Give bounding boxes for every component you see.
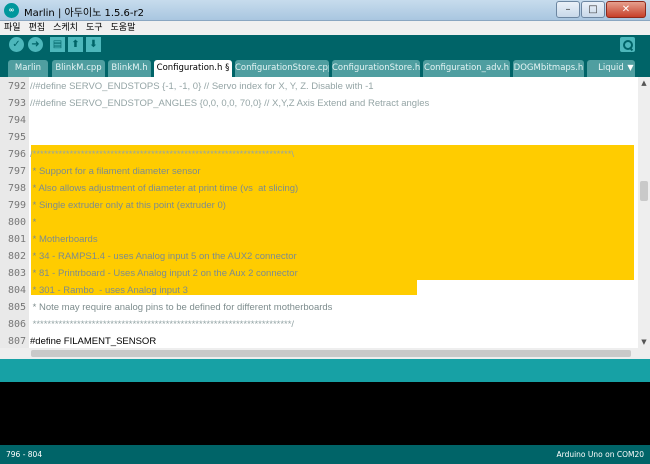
line-number: 798 [7,183,26,194]
close-button[interactable]: ✕ [606,1,646,18]
line-range-indicator: 796 - 804 [6,450,43,459]
line-text: * Support for a filament diameter sensor [30,166,201,177]
menu-edit[interactable]: 편집 [25,21,50,35]
line-text: * Single extruder only at this point (ex… [30,200,226,211]
line-number: 797 [7,166,26,177]
code-line[interactable]: 802 * 34 - RAMPS1.4 - uses Analog input … [0,248,638,265]
scroll-up-icon[interactable]: ▲ [638,77,650,89]
verify-button[interactable]: ✓ [9,37,24,52]
line-number: 792 [7,81,26,92]
code-line[interactable]: 805 * Note may require analog pins to be… [0,299,638,316]
code-line[interactable]: 806 ************************************… [0,316,638,333]
line-text: * Also allows adjustment of diameter at … [30,183,299,194]
menu-bar: 파일 편집 스케치 도구 도움말 [0,21,650,35]
line-number: 806 [7,319,26,330]
tab-bar: Marlin BlinkM.cpp BlinkM.h Configuration… [0,56,650,77]
tab-configuration-adv-h[interactable]: Configuration_adv.h [423,60,510,77]
code-line[interactable]: 799 * Single extruder only at this point… [0,197,638,214]
upload-button[interactable]: ➜ [28,37,43,52]
console-output[interactable] [0,382,650,445]
checkmark-icon: ✓ [12,39,21,50]
arrow-down-icon: ⬇ [89,39,98,50]
serial-monitor-button[interactable] [620,37,635,52]
new-sketch-button[interactable]: ▤ [50,37,65,52]
maximize-button[interactable]: □ [581,1,605,18]
window-controls: – □ ✕ [555,1,646,19]
line-number: 802 [7,251,26,262]
arrow-up-icon: ⬆ [71,39,80,50]
horizontal-scroll-thumb[interactable] [31,350,631,357]
line-text: /***************************************… [30,149,295,160]
line-number: 803 [7,268,26,279]
line-number: 794 [7,115,26,126]
code-line[interactable]: 807 #define FILAMENT_SENSOR [0,333,638,348]
line-number: 801 [7,234,26,245]
line-number: 807 [7,336,26,347]
title-bar: ∞ Marlin | 아두이노 1.5.6-r2 – □ ✕ [0,0,650,21]
line-text: //#define SERVO_ENDSTOP_ANGLES {0,0, 0,0… [30,98,430,109]
scroll-thumb[interactable] [640,181,648,201]
line-text: * 81 - Printrboard - Uses Analog input 2… [30,268,298,279]
tab-configurationstore-h[interactable]: ConfigurationStore.h [332,60,420,77]
line-number: 799 [7,200,26,211]
arduino-logo-icon: ∞ [4,3,19,18]
line-text: * [30,217,37,228]
tab-dogmbitmaps-h[interactable]: DOGMbitmaps.h [513,60,584,77]
menu-tools[interactable]: 도구 [82,21,107,35]
line-number: 793 [7,98,26,109]
minimize-button[interactable]: – [556,1,580,18]
code-editor[interactable]: 792 //#define SERVO_ENDSTOPS {-1, -1, 0} … [0,77,638,348]
message-area [0,359,650,382]
toolbar: ✓ ➜ ▤ ⬆ ⬇ [0,35,650,56]
arrow-right-icon: ➜ [31,39,40,50]
tab-blinkm-h[interactable]: BlinkM.h [108,60,151,77]
code-line[interactable]: 794 [0,112,638,129]
tab-configurationstore-cpp[interactable]: ConfigurationStore.cpp [235,60,329,77]
open-button[interactable]: ⬆ [68,37,83,52]
menu-sketch[interactable]: 스케치 [49,21,82,35]
line-text: * Motherboards [30,234,98,245]
line-number: 796 [7,149,26,160]
tab-configuration-h[interactable]: Configuration.h § [154,60,232,77]
code-line[interactable]: 798 * Also allows adjustment of diameter… [0,180,638,197]
code-line[interactable]: 801 * Motherboards [0,231,638,248]
board-port-indicator: Arduino Uno on COM20 [556,450,644,459]
line-number: 800 [7,217,26,228]
line-number: 804 [7,285,26,296]
vertical-scrollbar[interactable]: ▲ ▼ [638,77,650,348]
tab-marlin[interactable]: Marlin [8,60,48,77]
save-button[interactable]: ⬇ [86,37,101,52]
code-line[interactable]: 800 * [0,214,638,231]
triangle-down-icon[interactable]: ▼ [625,62,636,73]
line-text: * 34 - RAMPS1.4 - uses Analog input 5 on… [30,251,297,262]
code-line[interactable]: 792 //#define SERVO_ENDSTOPS {-1, -1, 0} … [0,78,638,95]
horizontal-scrollbar[interactable] [0,348,650,359]
new-file-icon: ▤ [52,39,63,50]
scroll-down-icon[interactable]: ▼ [638,336,650,348]
line-number: 805 [7,302,26,313]
code-line[interactable]: 795 [0,129,638,146]
line-text: ****************************************… [30,319,295,330]
line-text: #define FILAMENT_SENSOR [30,336,157,347]
status-bar: 796 - 804 Arduino Uno on COM20 [0,445,650,464]
line-text: * 301 - Rambo - uses Analog input 3 [30,285,188,296]
line-number: 795 [7,132,26,143]
tab-blinkm-cpp[interactable]: BlinkM.cpp [52,60,105,77]
line-text: //#define SERVO_ENDSTOPS {-1, -1, 0} // … [30,81,374,92]
code-line[interactable]: 797 * Support for a filament diameter se… [0,163,638,180]
code-line[interactable]: 804 * 301 - Rambo - uses Analog input 3 [0,282,638,299]
code-line[interactable]: 803 * 81 - Printrboard - Uses Analog inp… [0,265,638,282]
window-title: Marlin | 아두이노 1.5.6-r2 [24,8,144,19]
code-line[interactable]: 793 //#define SERVO_ENDSTOP_ANGLES {0,0, … [0,95,638,112]
menu-file[interactable]: 파일 [0,21,25,35]
code-line[interactable]: 796 /************************************… [0,146,638,163]
menu-help[interactable]: 도움말 [107,21,140,35]
line-text: * Note may require analog pins to be def… [30,302,333,313]
